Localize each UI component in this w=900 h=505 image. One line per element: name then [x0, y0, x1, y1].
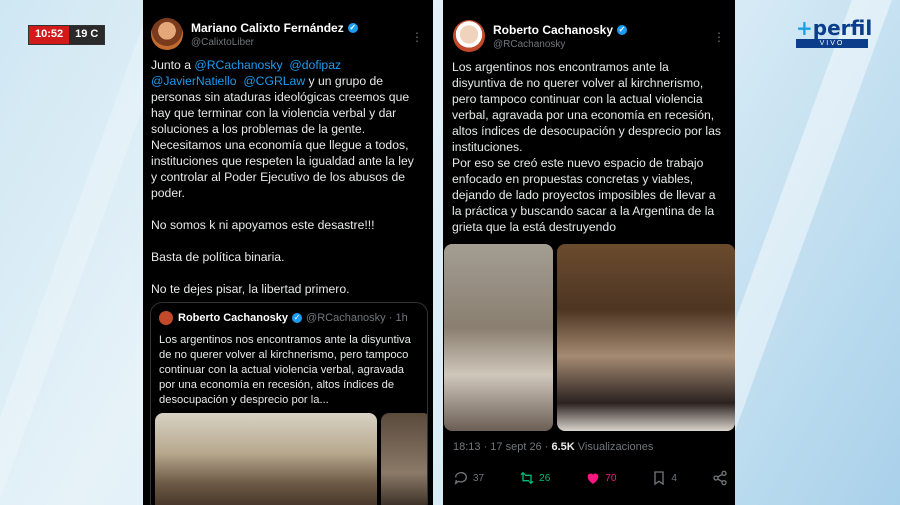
share-icon: [713, 470, 727, 486]
tweet-header: Roberto Cachanosky ✓ @RCachanosky ⋮: [443, 0, 735, 52]
author-name[interactable]: Mariano Calixto Fernández ✓: [191, 21, 358, 35]
tweet-media[interactable]: [444, 244, 735, 431]
like-count: 70: [605, 472, 617, 484]
more-options-icon[interactable]: ⋮: [411, 30, 423, 44]
tweet-photo[interactable]: [444, 244, 553, 431]
tweet-meta: 18:13 · 17 sept 26 · 6.5K Visualizacione…: [453, 441, 653, 453]
live-label: VIVO: [796, 39, 868, 48]
verified-icon: ✓: [617, 24, 628, 35]
tweet-actions: 37 26 70 4: [453, 470, 728, 486]
mention-link[interactable]: @JavierNatiello: [151, 74, 237, 88]
tweet-right: Roberto Cachanosky ✓ @RCachanosky ⋮ Los a…: [443, 0, 735, 505]
author-handle[interactable]: @CalixtoLiber: [191, 37, 358, 48]
plus-icon: +: [796, 16, 813, 40]
tweet-text: Junto a @RCachanosky @dofipaz @JavierNat…: [143, 57, 433, 297]
quote-avatar: [159, 311, 173, 325]
retweet-button[interactable]: 26: [519, 470, 550, 486]
channel-logo: +perfil VIVO: [796, 16, 873, 48]
tweet-paragraph: No somos k ni apoyamos este desastre!!!: [151, 218, 375, 232]
tweet-header: Mariano Calixto Fernández ✓ @CalixtoLiber…: [143, 0, 433, 50]
more-options-icon[interactable]: ⋮: [713, 30, 725, 44]
author-handle[interactable]: @RCachanosky: [493, 39, 627, 50]
views-label: Visualizaciones: [574, 441, 654, 453]
tweet-paragraph: No te dejes pisar, la libertad primero.: [151, 282, 350, 296]
tweet-text: Los argentinos nos encontramos ante la d…: [443, 59, 735, 235]
channel-brand: +perfil: [796, 16, 873, 40]
verified-icon: ✓: [292, 313, 303, 323]
mention-link[interactable]: @CGRLaw: [243, 74, 305, 88]
views-count: 6.5K: [551, 441, 575, 453]
quote-author-name: Roberto Cachanosky: [178, 312, 289, 324]
quote-text: Los argentinos nos encontramos ante la d…: [159, 334, 411, 406]
quote-header: Roberto Cachanosky ✓ @RCachanosky · 1h: [151, 303, 427, 325]
tweet-timestamp[interactable]: 18:13 · 17 sept 26 ·: [453, 441, 551, 453]
quote-photo[interactable]: [155, 413, 377, 505]
quote-media[interactable]: [155, 413, 427, 505]
tweet-paragraph: Los argentinos nos encontramos ante la d…: [452, 60, 721, 154]
share-button[interactable]: [712, 470, 728, 486]
reply-count: 37: [473, 472, 485, 484]
tweet-photo[interactable]: [557, 244, 735, 431]
temperature: 19 C: [69, 26, 105, 44]
reply-icon: [454, 472, 467, 485]
tweet-paragraph: Por eso se creó este nuevo espacio de tr…: [452, 156, 716, 234]
avatar[interactable]: [151, 18, 183, 50]
tweet-paragraph: Basta de política binaria.: [151, 250, 285, 264]
bookmark-icon: [654, 471, 665, 486]
bookmark-button[interactable]: 4: [651, 470, 677, 486]
clock-time: 10:52: [29, 26, 70, 44]
tweet-left: Mariano Calixto Fernández ✓ @CalixtoLiber…: [143, 0, 433, 505]
bookmark-count: 4: [671, 472, 677, 484]
mention-link[interactable]: @RCachanosky: [194, 58, 282, 72]
heart-icon: [587, 473, 599, 484]
like-button[interactable]: 70: [585, 470, 616, 486]
verified-icon: ✓: [347, 22, 358, 33]
reply-button[interactable]: 37: [453, 470, 484, 486]
quote-author-handle: @RCachanosky · 1h: [306, 312, 408, 324]
mention-link[interactable]: @dofipaz: [289, 58, 341, 72]
quote-photo[interactable]: [381, 413, 427, 505]
avatar[interactable]: [453, 20, 485, 52]
retweet-count: 26: [539, 472, 551, 484]
clock-overlay: 10:52 19 C: [28, 25, 106, 45]
retweet-icon: [520, 471, 534, 485]
author-name[interactable]: Roberto Cachanosky ✓: [493, 23, 628, 37]
tweet-paragraph: personas sin ataduras ideológicas creemo…: [151, 90, 414, 200]
quoted-tweet[interactable]: Roberto Cachanosky ✓ @RCachanosky · 1h L…: [150, 302, 428, 505]
